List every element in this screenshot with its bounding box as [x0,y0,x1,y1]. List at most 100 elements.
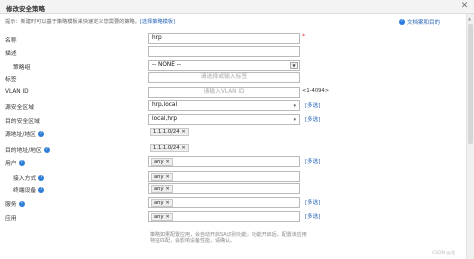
chevron-down-icon[interactable]: ▾ [293,102,296,110]
name-row: 名称 hrp * [0,33,466,45]
user-label-text: 用户 [5,161,17,167]
source-address-label-text: 源地址/地区 [5,132,36,138]
terminal-device-tag: any ✕ [151,185,173,193]
dest-zone-multiselect-link[interactable]: [多选] [305,115,320,123]
source-zone-row: 源安全区域 hrp,local ▾ [多选] [0,100,466,112]
source-zone-multiselect-link[interactable]: [多选] [305,101,320,109]
tag-text: 1.1.1.0/24 [153,128,180,135]
service-multiselect-link[interactable]: [多选] [305,198,320,206]
help-icon[interactable]: ? [38,174,45,181]
remove-icon[interactable]: ✕ [166,200,170,207]
template-hint: 提示：新建时可以基于策略模板来快速定义您需要的策略。[选择策略模板] [5,18,175,25]
vlan-row: VLAN ID 请输入VLAN ID <1-4094> [0,87,466,99]
user-input[interactable]: any ✕ [148,156,300,167]
source-zone-value: hrp,local [152,102,178,108]
dest-address-row: 目的地址/地区? 1.1.1.0/24 ✕ [0,143,466,155]
service-label-text: 服务 [5,202,17,208]
description-input[interactable] [148,46,300,57]
help-link[interactable]: ? 文档案和目的 [399,18,440,26]
policy-group-label: 策略组 [13,65,31,71]
hint-text: 提示：新建时可以基于策略模板来快速定义您需要的策略。 [5,19,140,25]
source-address-input[interactable]: 1.1.1.0/24 ✕ [148,127,300,138]
access-mode-label: 接入方式? [13,173,45,182]
tag-text: any [154,199,164,206]
terminal-device-row: 终端设备? any ✕ [0,183,466,195]
tags-label: 标签 [5,77,17,83]
remove-icon[interactable]: ✕ [182,145,186,152]
user-label: 用户? [5,158,25,167]
description-label: 描述 [5,51,17,57]
source-address-tag: 1.1.1.0/24 ✕ [150,128,189,136]
dest-address-tag: 1.1.1.0/24 ✕ [150,144,189,152]
service-row: 服务? any ✕ [多选] [0,197,466,209]
remove-icon[interactable]: ✕ [166,186,170,193]
dest-zone-select[interactable]: local,hrp ▾ [148,114,300,125]
vlan-label: VLAN ID [5,89,29,95]
terminal-device-label: 终端设备? [13,185,45,194]
remove-icon[interactable]: ✕ [166,214,170,221]
close-icon[interactable]: ✕ [459,1,470,12]
source-address-label: 源地址/地区? [5,129,44,138]
application-multiselect-link[interactable]: [多选] [305,212,320,220]
remove-icon[interactable]: ✕ [182,129,186,136]
vertical-scrollbar[interactable]: ▲ [466,14,474,259]
source-zone-select[interactable]: hrp,local ▾ [148,100,300,111]
tag-text: any [154,213,164,220]
terminal-device-input[interactable]: any ✕ [148,183,300,194]
service-tag: any ✕ [151,199,173,207]
tag-text: any [154,185,164,192]
help-icon[interactable]: ? [43,146,50,153]
remove-icon[interactable]: ✕ [166,159,170,166]
dest-zone-row: 目的安全区域 local,hrp ▾ [多选] [0,114,466,126]
application-row: 应用 any ✕ [多选] [0,211,466,223]
application-label: 应用 [5,216,17,222]
chevron-down-icon[interactable]: ▾ [293,116,296,124]
policy-group-row: 策略组 -- NONE -- ▼ [0,60,466,72]
scroll-up-icon[interactable]: ▲ [468,16,471,21]
help-icon[interactable]: ? [18,200,25,207]
dest-address-input[interactable]: 1.1.1.0/24 ✕ [148,143,300,154]
help-icon[interactable]: ? [38,186,45,193]
dest-zone-label: 目的安全区域 [5,119,40,125]
tag-text: any [154,173,164,180]
vlan-input[interactable]: 请输入VLAN ID [148,87,300,98]
help-label: 文档案和目的 [407,20,441,26]
name-input[interactable]: hrp [148,33,300,44]
select-template-link[interactable]: [选择策略模板] [140,19,175,25]
chevron-down-icon[interactable]: ▼ [290,62,298,69]
policy-group-value: -- NONE -- [152,62,181,68]
tag-text: 1.1.1.0/24 [153,144,180,151]
user-tag: any ✕ [151,158,173,166]
policy-group-select[interactable]: -- NONE -- ▼ [148,60,300,71]
dialog-titlebar: 修改安全策略 ✕ [0,0,474,14]
watermark: CSDN @龙 [432,251,456,256]
remove-icon[interactable]: ✕ [166,174,170,181]
description-row: 描述 [0,46,466,58]
access-mode-label-text: 接入方式 [13,176,37,182]
tags-row: 标签 请选择或输入标签 [0,72,466,84]
access-mode-row: 接入方式? any ✕ [0,171,466,183]
application-input[interactable]: any ✕ [148,211,300,222]
tag-text: any [154,158,164,165]
name-label: 名称 [5,38,17,44]
user-multiselect-link[interactable]: [多选] [305,157,320,165]
scroll-thumb[interactable] [468,24,473,144]
help-icon: ? [399,19,405,25]
application-note: 策略如果配置应用，会自动开启SA识别功能，功能开启后，配置该应用特征匹配，会影响… [150,232,307,244]
dest-address-label: 目的地址/地区? [5,145,50,154]
service-label: 服务? [5,199,25,208]
application-tag: any ✕ [151,213,173,221]
tags-input[interactable]: 请选择或输入标签 [148,72,300,83]
help-icon[interactable]: ? [37,130,44,137]
user-row: 用户? any ✕ [多选] [0,156,466,168]
dest-address-label-text: 目的地址/地区 [5,148,42,154]
access-mode-input[interactable]: any ✕ [148,171,300,182]
required-mark: * [302,33,305,40]
help-icon[interactable]: ? [18,159,25,166]
dest-zone-value: local,hrp [152,116,178,122]
source-zone-label: 源安全区域 [5,105,34,111]
service-input[interactable]: any ✕ [148,197,300,208]
dialog-title: 修改安全策略 [6,5,45,13]
source-address-row: 源地址/地区? 1.1.1.0/24 ✕ [0,127,466,139]
access-mode-tag: any ✕ [151,173,173,181]
